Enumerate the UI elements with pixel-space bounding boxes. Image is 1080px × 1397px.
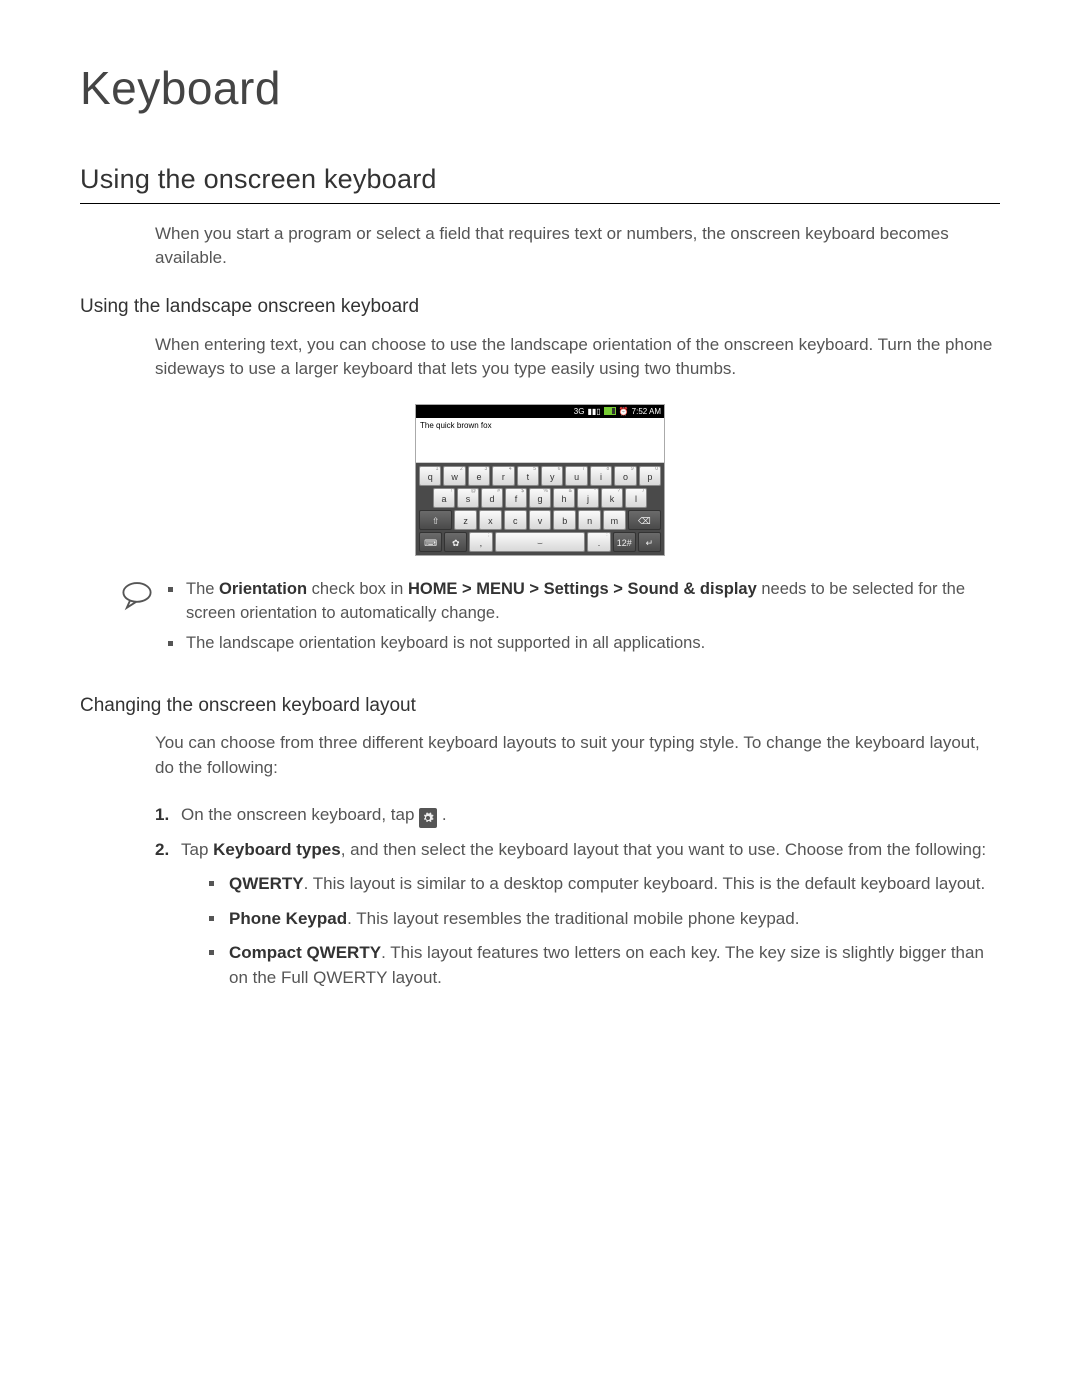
- letter-key: 2w: [443, 466, 465, 486]
- status-bar: 3G ▮▮▯ ⏰ 7:52 AM: [416, 405, 664, 418]
- letter-key: 7u: [565, 466, 587, 486]
- layout-option: Compact QWERTY. This layout features two…: [209, 941, 1000, 990]
- letter-key: ?k: [601, 488, 623, 508]
- step-item: Tap Keyboard types, and then select the …: [155, 838, 1000, 991]
- letter-key: 9o: [614, 466, 636, 486]
- gear-icon: [419, 808, 437, 828]
- letter-key: b: [553, 510, 576, 530]
- steps-list: On the onscreen keyboard, tap . Tap Keyb…: [155, 803, 1000, 991]
- battery-icon: [604, 407, 616, 415]
- letter-key: !a: [433, 488, 455, 508]
- signal-icon: ▮▮▯: [587, 406, 600, 418]
- letter-key: 0p: [639, 466, 661, 486]
- letter-key: m: [603, 510, 626, 530]
- page-title: Keyboard: [80, 55, 1000, 122]
- letter-key: 5t: [517, 466, 539, 486]
- gear-key: ✿: [444, 532, 467, 552]
- letter-key: $f: [505, 488, 527, 508]
- letter-key: v: [529, 510, 552, 530]
- letter-key: 8i: [590, 466, 612, 486]
- note-icon: [120, 578, 154, 620]
- sub1-heading: Using the landscape onscreen keyboard: [80, 293, 1000, 321]
- onscreen-keyboard: 1q2w3e4r5t6y7u8i9o0p !a@s#d$f%g&h*j?k/l …: [416, 463, 664, 555]
- letter-key: %g: [529, 488, 551, 508]
- letter-key: 4r: [492, 466, 514, 486]
- sub1-text: When entering text, you can choose to us…: [155, 333, 1000, 382]
- step-item: On the onscreen keyboard, tap .: [155, 803, 1000, 828]
- letter-key: 6y: [541, 466, 563, 486]
- letter-key: #d: [481, 488, 503, 508]
- note-item: The Orientation check box in HOME > MENU…: [168, 578, 1000, 626]
- letter-key: 3e: [468, 466, 490, 486]
- letter-key: 1q: [419, 466, 441, 486]
- letter-key: &h: [553, 488, 575, 508]
- letter-key: n: [578, 510, 601, 530]
- numbers-key: 12#: [613, 532, 636, 552]
- section-heading: Using the onscreen keyboard: [80, 160, 1000, 204]
- space-key: ⌣: [495, 532, 586, 552]
- sub2-heading: Changing the onscreen keyboard layout: [80, 692, 1000, 720]
- layout-option: Phone Keypad. This layout resembles the …: [209, 907, 1000, 932]
- sub2-intro: You can choose from three different keyb…: [155, 731, 1000, 780]
- letter-key: @s: [457, 488, 479, 508]
- alarm-icon: ⏰: [619, 406, 629, 418]
- period-key: :.: [587, 532, 610, 552]
- letter-key: z: [454, 510, 477, 530]
- notes-list: The Orientation check box in HOME > MENU…: [168, 578, 1000, 662]
- layout-option: QWERTY. This layout is similar to a desk…: [209, 872, 1000, 897]
- letter-key: c: [504, 510, 527, 530]
- keyboard-switch-key: ⌨: [419, 532, 442, 552]
- enter-key: ↵: [638, 532, 661, 552]
- network-icon: 3G: [574, 406, 585, 418]
- status-time: 7:52 AM: [632, 406, 661, 418]
- layout-options: QWERTY. This layout is similar to a desk…: [209, 872, 1000, 991]
- comma-key: ;,: [469, 532, 492, 552]
- letter-key: /l: [625, 488, 647, 508]
- phone-screenshot: 3G ▮▮▯ ⏰ 7:52 AM The quick brown fox 1q2…: [415, 404, 665, 556]
- letter-key: *j: [577, 488, 599, 508]
- section-intro: When you start a program or select a fie…: [155, 222, 1000, 271]
- note-item: The landscape orientation keyboard is no…: [168, 632, 1000, 656]
- backspace-key: ⌫: [628, 510, 661, 530]
- text-field: The quick brown fox: [416, 418, 664, 463]
- shift-key: ⇧: [419, 510, 452, 530]
- letter-key: x: [479, 510, 502, 530]
